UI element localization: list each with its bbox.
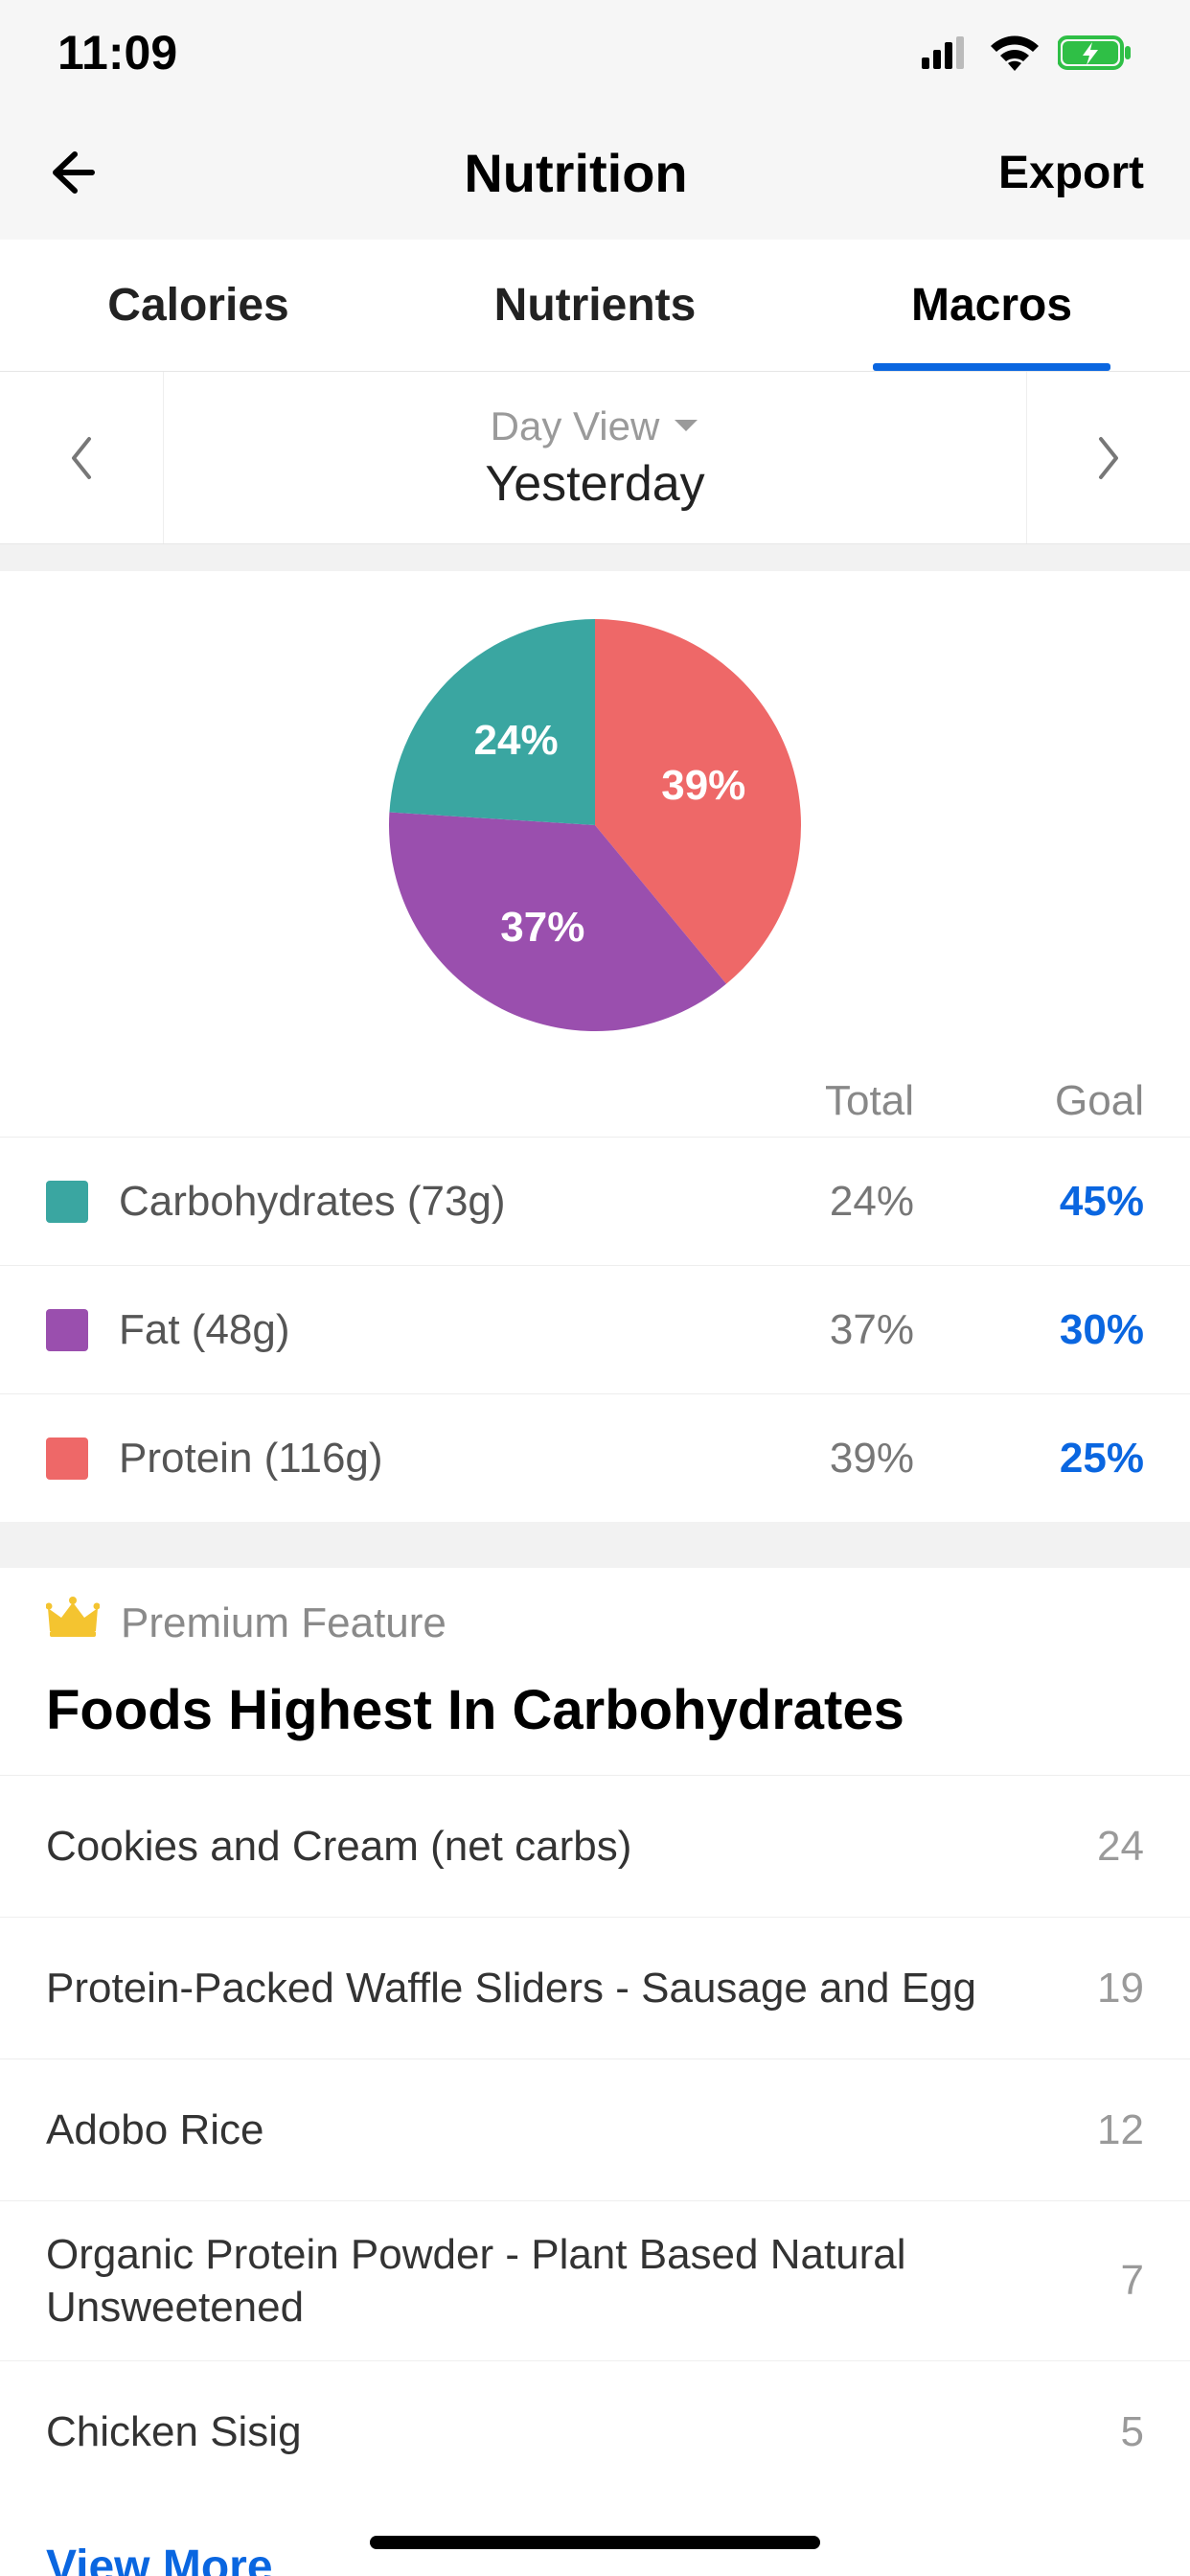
battery-charging-icon (1058, 34, 1133, 71)
column-header-total: Total (665, 1077, 914, 1125)
macro-name: Carbohydrates (73g) (119, 1178, 665, 1226)
column-header-goal: Goal (914, 1077, 1144, 1125)
food-value: 7 (1121, 2257, 1144, 2305)
foods-section-title: Foods Highest In Carbohydrates (0, 1659, 1190, 1775)
back-button[interactable] (46, 147, 180, 198)
chevron-left-icon (66, 433, 97, 483)
macro-table-header: Total Goal (0, 1031, 1190, 1137)
macro-goal[interactable]: 45% (914, 1178, 1144, 1226)
macro-row-carbohydrates[interactable]: Carbohydrates (73g) 24% 45% (0, 1137, 1190, 1265)
date-selector: Day View Yesterday (0, 372, 1190, 544)
food-value: 5 (1121, 2408, 1144, 2456)
tab-macros[interactable]: Macros (793, 240, 1190, 371)
food-name: Chicken Sisig (46, 2379, 1121, 2485)
pie-slice-label: 37% (500, 904, 584, 952)
macro-name: Fat (48g) (119, 1306, 665, 1354)
view-mode-label: Day View (491, 403, 660, 449)
macro-goal[interactable]: 25% (914, 1435, 1144, 1483)
food-value: 24 (1097, 1823, 1144, 1871)
swatch-fat (46, 1309, 88, 1351)
date-next-button[interactable] (1027, 372, 1190, 543)
macros-chart-card: 39% 37% 24% Total Goal Carbohydrates (73g)… (0, 571, 1190, 1522)
swatch-carbohydrates (46, 1181, 88, 1223)
home-indicator[interactable] (370, 2536, 820, 2549)
macro-goal[interactable]: 30% (914, 1306, 1144, 1354)
food-row[interactable]: Chicken Sisig 5 (0, 2360, 1190, 2502)
date-prev-button[interactable] (0, 372, 163, 543)
tabs-bar: Calories Nutrients Macros (0, 240, 1190, 372)
nav-header: Nutrition Export (0, 105, 1190, 240)
status-time: 11:09 (57, 25, 177, 80)
food-name: Adobo Rice (46, 2077, 1097, 2183)
food-value: 19 (1097, 1965, 1144, 2012)
tab-nutrients[interactable]: Nutrients (397, 240, 793, 371)
food-row[interactable]: Protein-Packed Waffle Sliders - Sausage … (0, 1917, 1190, 2058)
food-name: Protein-Packed Waffle Sliders - Sausage … (46, 1935, 1097, 2041)
arrow-left-icon (46, 147, 98, 198)
macro-total: 39% (665, 1435, 914, 1483)
food-value: 12 (1097, 2106, 1144, 2154)
food-name: Cookies and Cream (net carbs) (46, 1793, 1097, 1899)
food-name: Organic Protein Powder - Plant Based Nat… (46, 2201, 1121, 2360)
wifi-icon (989, 34, 1041, 71)
pie-slice-label: 39% (661, 762, 745, 810)
macro-total: 24% (665, 1178, 914, 1226)
status-bar: 11:09 (0, 0, 1190, 105)
chevron-right-icon (1093, 433, 1124, 483)
current-date-label: Yesterday (485, 455, 704, 513)
food-row[interactable]: Adobo Rice 12 (0, 2058, 1190, 2200)
macro-name: Protein (116g) (119, 1435, 665, 1483)
premium-feature-label: Premium Feature (0, 1568, 1190, 1659)
date-view-toggle[interactable]: Day View Yesterday (163, 372, 1027, 543)
caret-down-icon (673, 418, 699, 435)
crown-icon (46, 1597, 100, 1649)
cellular-icon (922, 36, 972, 69)
macros-pie-chart: 39% 37% 24% (389, 619, 801, 1031)
tab-calories[interactable]: Calories (0, 240, 397, 371)
macro-row-protein[interactable]: Protein (116g) 39% 25% (0, 1393, 1190, 1522)
macro-row-fat[interactable]: Fat (48g) 37% 30% (0, 1265, 1190, 1393)
page-title: Nutrition (180, 142, 972, 204)
status-indicators (922, 34, 1133, 71)
macro-total: 37% (665, 1306, 914, 1354)
swatch-protein (46, 1438, 88, 1480)
export-button[interactable]: Export (972, 147, 1144, 199)
food-row[interactable]: Organic Protein Powder - Plant Based Nat… (0, 2200, 1190, 2360)
premium-badge-text: Premium Feature (121, 1599, 446, 1647)
pie-slice-label: 24% (474, 717, 559, 765)
food-row[interactable]: Cookies and Cream (net carbs) 24 (0, 1775, 1190, 1917)
